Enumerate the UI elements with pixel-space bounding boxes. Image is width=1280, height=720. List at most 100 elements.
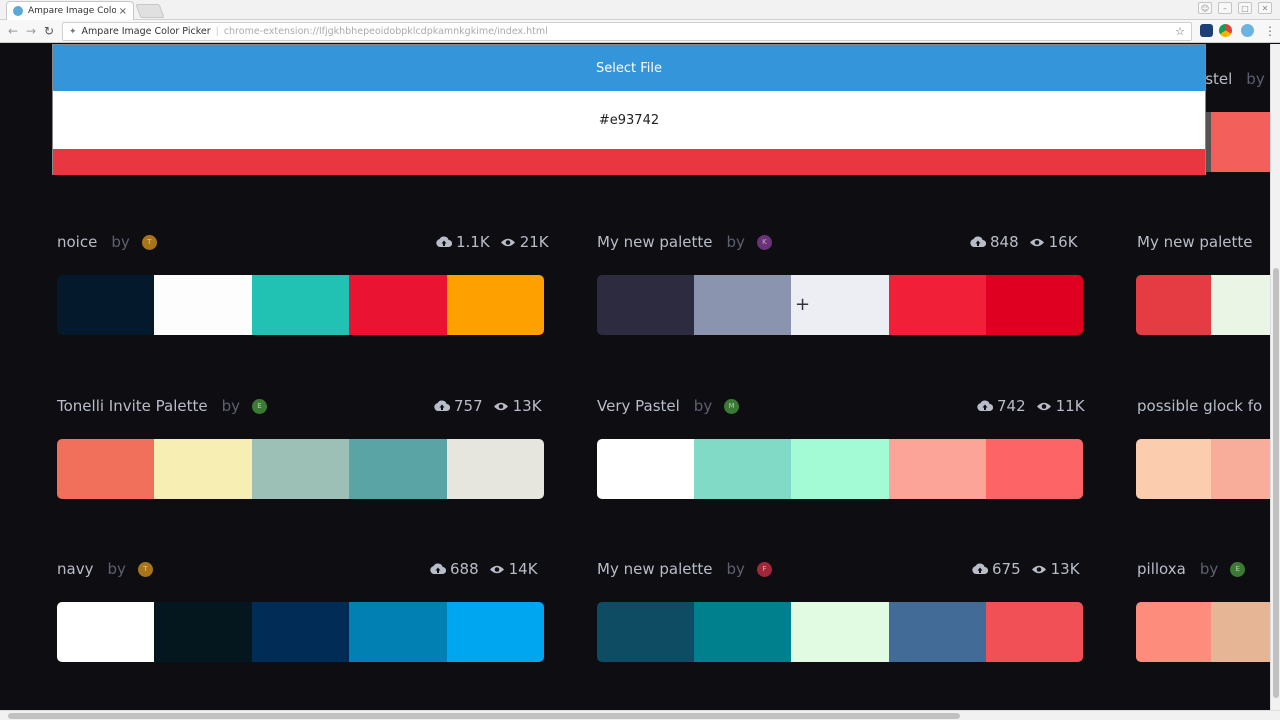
palette-strip[interactable]: [1136, 602, 1270, 662]
cloud-upload-icon[interactable]: [977, 400, 993, 412]
palette-swatch[interactable]: [251, 602, 350, 662]
palette-swatch[interactable]: [1211, 439, 1270, 499]
palette-name[interactable]: Tonelli Invite Palette: [57, 397, 208, 415]
palette-swatch[interactable]: [57, 439, 155, 499]
back-arrow-icon[interactable]: ←: [8, 24, 18, 38]
bookmark-star-icon[interactable]: ☆: [1175, 25, 1185, 38]
crosshair-cursor-icon: +: [795, 294, 811, 315]
palette-by-label: by: [726, 560, 745, 578]
palette-strip[interactable]: [57, 275, 544, 335]
author-avatar[interactable]: T: [137, 561, 153, 577]
palette-swatch[interactable]: [791, 439, 889, 499]
palette-strip[interactable]: [597, 275, 1083, 335]
palette-swatch[interactable]: [888, 439, 986, 499]
palette-swatch[interactable]: [57, 602, 155, 662]
palette-swatch[interactable]: [1211, 112, 1270, 172]
cloud-upload-icon[interactable]: [430, 563, 446, 575]
palette-swatch[interactable]: [694, 275, 792, 335]
palette-swatch[interactable]: [1136, 439, 1211, 499]
vertical-scrollbar-thumb[interactable]: [1273, 268, 1279, 698]
chrome-extension-icon[interactable]: [1219, 24, 1232, 37]
vertical-scrollbar[interactable]: [1270, 44, 1280, 710]
horizontal-scrollbar[interactable]: [0, 710, 1280, 720]
palette-strip[interactable]: [1136, 275, 1270, 335]
palette-swatch[interactable]: [888, 602, 986, 662]
palette-name[interactable]: possible glock fo: [1137, 397, 1262, 415]
author-avatar[interactable]: T: [141, 234, 157, 250]
address-bar-separator: |: [215, 26, 219, 37]
palette-swatch[interactable]: [1136, 275, 1211, 335]
author-avatar[interactable]: E: [252, 398, 268, 414]
cloud-upload-icon[interactable]: [970, 236, 986, 248]
palette-swatch[interactable]: [597, 439, 695, 499]
palette-swatch[interactable]: [446, 602, 544, 662]
palette-swatch[interactable]: [154, 439, 252, 499]
eye-icon: [1036, 402, 1051, 410]
close-window-icon[interactable]: ✕: [1258, 2, 1272, 14]
cloud-upload-icon[interactable]: [972, 563, 988, 575]
new-tab-button[interactable]: [135, 4, 165, 18]
author-avatar[interactable]: M: [724, 398, 740, 414]
palette-swatch[interactable]: [888, 275, 986, 335]
palette-swatch[interactable]: [349, 275, 447, 335]
palette-name[interactable]: My new palette: [597, 233, 712, 251]
palette-strip[interactable]: [597, 602, 1083, 662]
palette-title-partial: astel by: [1196, 67, 1265, 91]
palette-swatch[interactable]: [985, 602, 1083, 662]
palette-strip[interactable]: [57, 602, 544, 662]
color-picker-extension-icon[interactable]: [1241, 24, 1254, 37]
palette-strip[interactable]: [597, 439, 1083, 499]
maximize-icon[interactable]: □: [1238, 2, 1252, 14]
tab-close-icon[interactable]: ×: [119, 6, 127, 17]
palette-swatch[interactable]: [791, 602, 889, 662]
forward-arrow-icon[interactable]: →: [26, 24, 36, 38]
palette-swatch[interactable]: [597, 602, 695, 662]
cloud-upload-icon[interactable]: [436, 236, 452, 248]
hex-value-text[interactable]: #e93742: [53, 91, 1205, 149]
address-bar[interactable]: ✦ Ampare Image Color Picker | chrome-ext…: [62, 22, 1192, 41]
browser-tab[interactable]: Ampare Image Color Pi ×: [6, 1, 134, 20]
palette-name[interactable]: My new palette: [597, 560, 712, 578]
likes-count: 688: [450, 560, 479, 578]
select-file-button[interactable]: Select File: [53, 45, 1205, 91]
palette-strip[interactable]: [57, 439, 544, 499]
browser-toolbar: ← → ↻ ✦ Ampare Image Color Picker | chro…: [0, 20, 1280, 43]
address-bar-url: chrome-extension://lfjgkhbhepeoidobpklcd…: [223, 26, 548, 37]
palette-swatch[interactable]: [349, 439, 447, 499]
cloud-upload-icon[interactable]: [434, 400, 450, 412]
author-avatar[interactable]: K: [756, 234, 772, 250]
palette-swatch[interactable]: [446, 439, 544, 499]
palette-swatch[interactable]: [985, 275, 1083, 335]
palette-swatch[interactable]: [57, 275, 155, 335]
author-avatar[interactable]: E: [1230, 561, 1246, 577]
minimize-icon[interactable]: –: [1218, 2, 1232, 14]
horizontal-scrollbar-thumb[interactable]: [8, 713, 960, 719]
browser-menu-icon[interactable]: ⋮: [1264, 24, 1276, 38]
palette-swatch[interactable]: [251, 275, 350, 335]
palette-swatch[interactable]: [1136, 602, 1211, 662]
shield-extension-icon[interactable]: [1200, 24, 1213, 37]
palette-swatch[interactable]: [1211, 275, 1270, 335]
palette-name[interactable]: My new palette: [1137, 233, 1252, 251]
palette-swatch[interactable]: [251, 439, 350, 499]
reload-icon[interactable]: ↻: [44, 24, 54, 38]
extension-favicon-icon: [13, 6, 23, 16]
palette-swatch[interactable]: [446, 275, 544, 335]
palette-swatch[interactable]: [597, 275, 695, 335]
palette-by-label: by: [111, 233, 130, 251]
palette-name[interactable]: noice: [57, 233, 97, 251]
palette-name[interactable]: Very Pastel: [597, 397, 680, 415]
palette-name[interactable]: navy: [57, 560, 93, 578]
palette-swatch[interactable]: [985, 439, 1083, 499]
palette-swatch[interactable]: [349, 602, 447, 662]
palette-swatch[interactable]: [694, 602, 792, 662]
palette-strip[interactable]: [1136, 439, 1270, 499]
palette-swatch[interactable]: [154, 602, 252, 662]
profile-icon[interactable]: ☺: [1198, 2, 1212, 14]
views-group: 14K: [489, 560, 538, 578]
palette-swatch[interactable]: [694, 439, 792, 499]
author-avatar[interactable]: F: [756, 561, 772, 577]
palette-swatch[interactable]: [1211, 602, 1270, 662]
palette-name[interactable]: pilloxa: [1137, 560, 1186, 578]
palette-swatch[interactable]: [154, 275, 252, 335]
